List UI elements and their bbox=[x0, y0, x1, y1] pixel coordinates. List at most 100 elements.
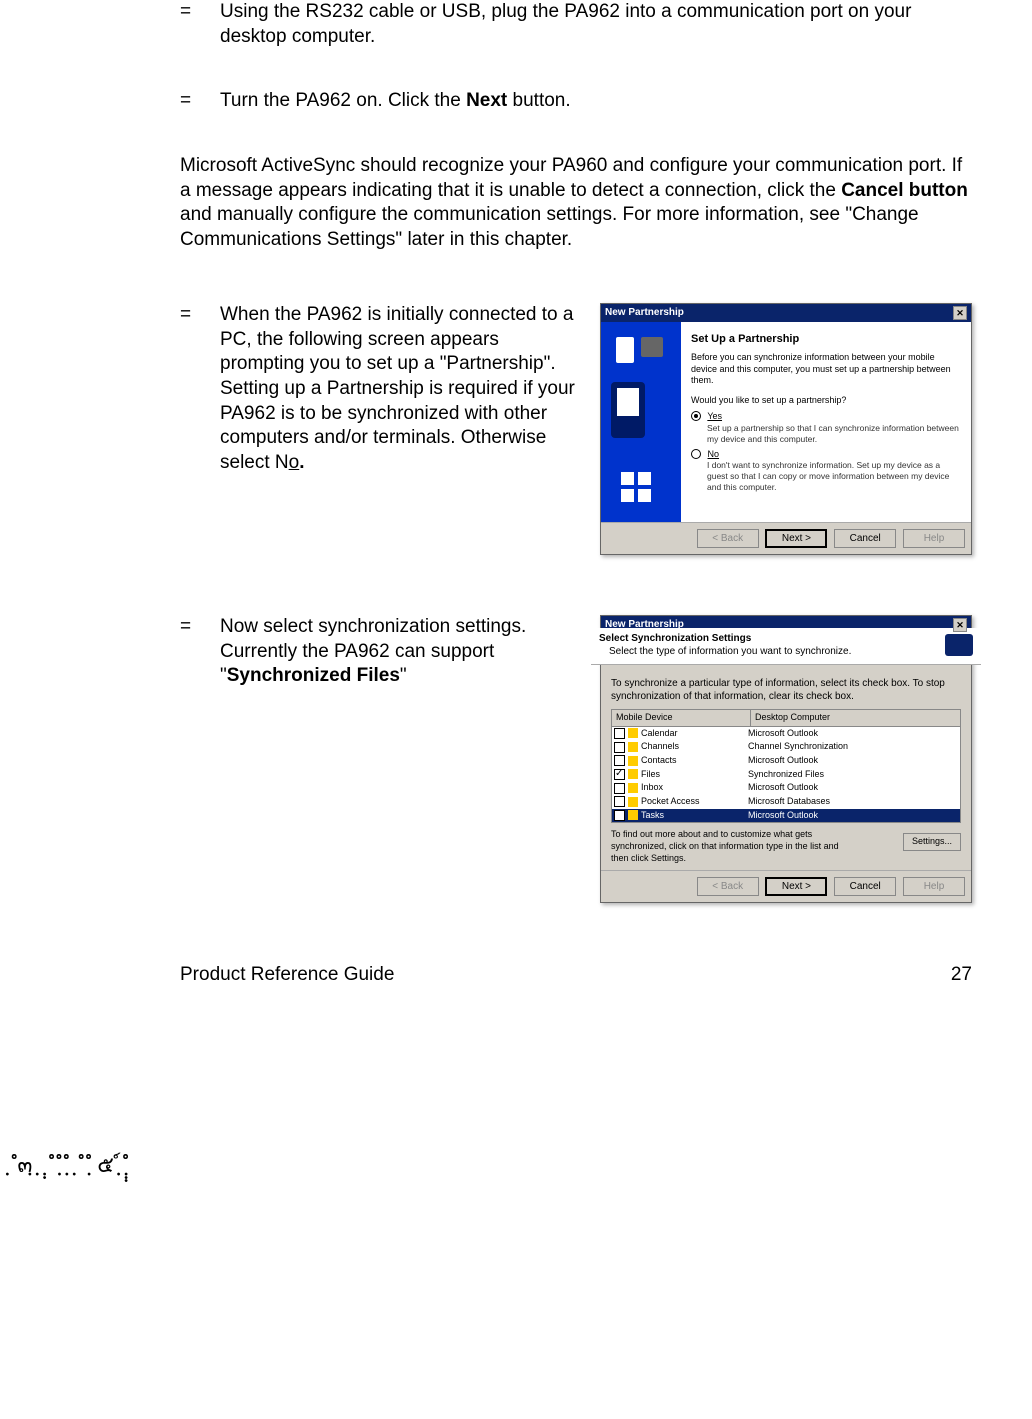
back-button[interactable]: < Back bbox=[697, 877, 759, 896]
checkbox-icon[interactable] bbox=[614, 728, 625, 739]
dialog-sidebar-graphic bbox=[601, 322, 681, 522]
screenshot-sync-settings-dialog: New Partnership ✕ Select Synchronization… bbox=[600, 615, 972, 904]
bullet-text: Using the RS232 cable or USB, plug the P… bbox=[220, 0, 972, 49]
item-name: Calendar bbox=[641, 728, 678, 740]
close-icon[interactable]: ✕ bbox=[953, 618, 967, 632]
table-row[interactable]: Files Synchronized Files bbox=[612, 768, 960, 782]
item-icon bbox=[628, 742, 638, 752]
sync-settings-table: Mobile Device Desktop Computer CalendarM… bbox=[611, 709, 961, 824]
radio-description: I don't want to synchronize information.… bbox=[707, 460, 961, 493]
bullet-text: Turn the PA962 on. Click the Next button… bbox=[220, 89, 972, 114]
dialog-title-text: New Partnership bbox=[605, 306, 684, 319]
text-fragment: and manually configure the communication… bbox=[180, 204, 919, 250]
radio-yes[interactable]: Yes Set up a partnership so that I can s… bbox=[691, 411, 961, 445]
bullet-marker: = bbox=[180, 89, 220, 114]
item-name: Contacts bbox=[641, 755, 677, 767]
item-name: Inbox bbox=[641, 782, 663, 794]
text-bold: Next bbox=[466, 90, 507, 111]
table-row[interactable]: Pocket Access Microsoft Databases bbox=[612, 795, 960, 809]
settings-button[interactable]: Settings... bbox=[903, 833, 961, 851]
dialog-button-bar: < Back Next > Cancel Help bbox=[601, 870, 971, 902]
help-button[interactable]: Help bbox=[903, 877, 965, 896]
table-row[interactable]: Tasks Microsoft Outlook bbox=[612, 809, 960, 823]
text-bold: Cancel button bbox=[841, 180, 968, 201]
text-fragment: button. bbox=[507, 90, 570, 111]
radio-no[interactable]: No I don't want to synchronize informati… bbox=[691, 449, 961, 494]
table-header: Mobile Device Desktop Computer bbox=[612, 710, 960, 727]
column-header-mobile: Mobile Device bbox=[612, 710, 751, 726]
item-desktop: Channel Synchronization bbox=[744, 741, 958, 753]
item-name: Tasks bbox=[641, 810, 664, 822]
text-fragment: When the PA962 is initially connected to… bbox=[220, 304, 575, 473]
dialog-question: Would you like to set up a partnership? bbox=[691, 395, 961, 407]
dialog-button-bar: < Back Next > Cancel Help bbox=[601, 522, 971, 554]
table-row[interactable]: Contacts Microsoft Outlook bbox=[612, 754, 960, 768]
item-icon bbox=[628, 756, 638, 766]
radio-label: Yes bbox=[707, 411, 722, 421]
checkbox-icon[interactable] bbox=[614, 796, 625, 807]
text-bold: Synchronized Files bbox=[227, 665, 400, 686]
bullet-marker: = bbox=[180, 303, 220, 476]
cancel-button[interactable]: Cancel bbox=[834, 529, 896, 548]
bullet-item: = Using the RS232 cable or USB, plug the… bbox=[180, 0, 972, 49]
item-name: Channels bbox=[641, 741, 679, 753]
section-partnership: = When the PA962 is initially connected … bbox=[180, 303, 972, 555]
dialog-intro: Before you can synchronize information b… bbox=[691, 352, 961, 387]
bullet-text: Now select synchronization settings. Cur… bbox=[220, 615, 580, 689]
item-icon bbox=[628, 728, 638, 738]
monitor-icon bbox=[641, 337, 663, 357]
item-icon bbox=[628, 769, 638, 779]
paragraph: Microsoft ActiveSync should recognize yo… bbox=[180, 154, 972, 253]
checkbox-icon[interactable] bbox=[614, 755, 625, 766]
item-desktop: Microsoft Databases bbox=[744, 796, 958, 808]
section-sync-settings: = Now select synchronization settings. C… bbox=[180, 615, 972, 904]
item-icon bbox=[628, 783, 638, 793]
footer-garbled-text: ฺ ํ๓ฺ ฺ ฺฺ ํ ํฺ ฺํ ฺ ํ ํฺ ๕ ฺ์ ํฺฺฺ bbox=[180, 1148, 972, 1188]
sync-icon bbox=[945, 634, 973, 656]
page-number: 27 bbox=[951, 963, 972, 988]
item-name: Files bbox=[641, 769, 660, 781]
item-icon bbox=[628, 810, 638, 820]
dialog-heading: Select Synchronization Settings bbox=[599, 633, 751, 644]
grid-icon bbox=[621, 472, 651, 502]
item-desktop: Microsoft Outlook bbox=[744, 782, 958, 794]
pda-icon bbox=[616, 337, 634, 363]
help-button[interactable]: Help bbox=[903, 529, 965, 548]
bullet-text: When the PA962 is initially connected to… bbox=[220, 303, 580, 476]
cancel-button[interactable]: Cancel bbox=[834, 877, 896, 896]
table-row[interactable]: Calendar Microsoft Outlook bbox=[612, 727, 960, 741]
item-desktop: Microsoft Outlook bbox=[744, 810, 958, 822]
table-row[interactable]: Channels Channel Synchronization bbox=[612, 740, 960, 754]
dialog-new-partnership: New Partnership ✕ Set Up a Partnership B… bbox=[600, 303, 972, 555]
table-row[interactable]: Inbox Microsoft Outlook bbox=[612, 781, 960, 795]
dialog-subheading: Select the type of information you want … bbox=[609, 646, 851, 657]
checkbox-icon[interactable] bbox=[614, 810, 625, 821]
dialog-subheader: Select Synchronization Settings Select t… bbox=[591, 628, 981, 665]
text-bold: . bbox=[299, 452, 304, 473]
garble-characters: ฺ ํ๓ฺ ฺ ฺฺ ํ ํฺ ฺํ ฺ ํ ํฺ ๕ ฺ์ ํฺฺฺ bbox=[10, 1151, 129, 1180]
item-icon bbox=[628, 797, 638, 807]
item-desktop: Microsoft Outlook bbox=[744, 755, 958, 767]
checkbox-icon[interactable] bbox=[614, 769, 625, 780]
page-footer: Product Reference Guide 27 bbox=[180, 963, 972, 988]
item-name: Pocket Access bbox=[641, 796, 700, 808]
radio-label: No bbox=[708, 449, 720, 459]
back-button[interactable]: < Back bbox=[697, 529, 759, 548]
column-header-desktop: Desktop Computer bbox=[751, 710, 960, 726]
bullet-item: = Turn the PA962 on. Click the Next butt… bbox=[180, 89, 972, 114]
footer-left: Product Reference Guide bbox=[180, 963, 394, 988]
dialog-heading: Set Up a Partnership bbox=[691, 332, 961, 346]
text-underline: o bbox=[289, 452, 300, 473]
radio-icon bbox=[691, 449, 701, 459]
radio-description: Set up a partnership so that I can synch… bbox=[707, 423, 961, 445]
item-desktop: Synchronized Files bbox=[744, 769, 958, 781]
next-button[interactable]: Next > bbox=[765, 877, 827, 896]
close-icon[interactable]: ✕ bbox=[953, 306, 967, 320]
next-button[interactable]: Next > bbox=[765, 529, 827, 548]
checkbox-icon[interactable] bbox=[614, 742, 625, 753]
text-fragment: Turn the PA962 on. Click the bbox=[220, 90, 466, 111]
item-desktop: Microsoft Outlook bbox=[744, 728, 958, 740]
checkbox-icon[interactable] bbox=[614, 783, 625, 794]
dialog-instructions: To synchronize a particular type of info… bbox=[611, 677, 961, 703]
bullet-marker: = bbox=[180, 0, 220, 49]
